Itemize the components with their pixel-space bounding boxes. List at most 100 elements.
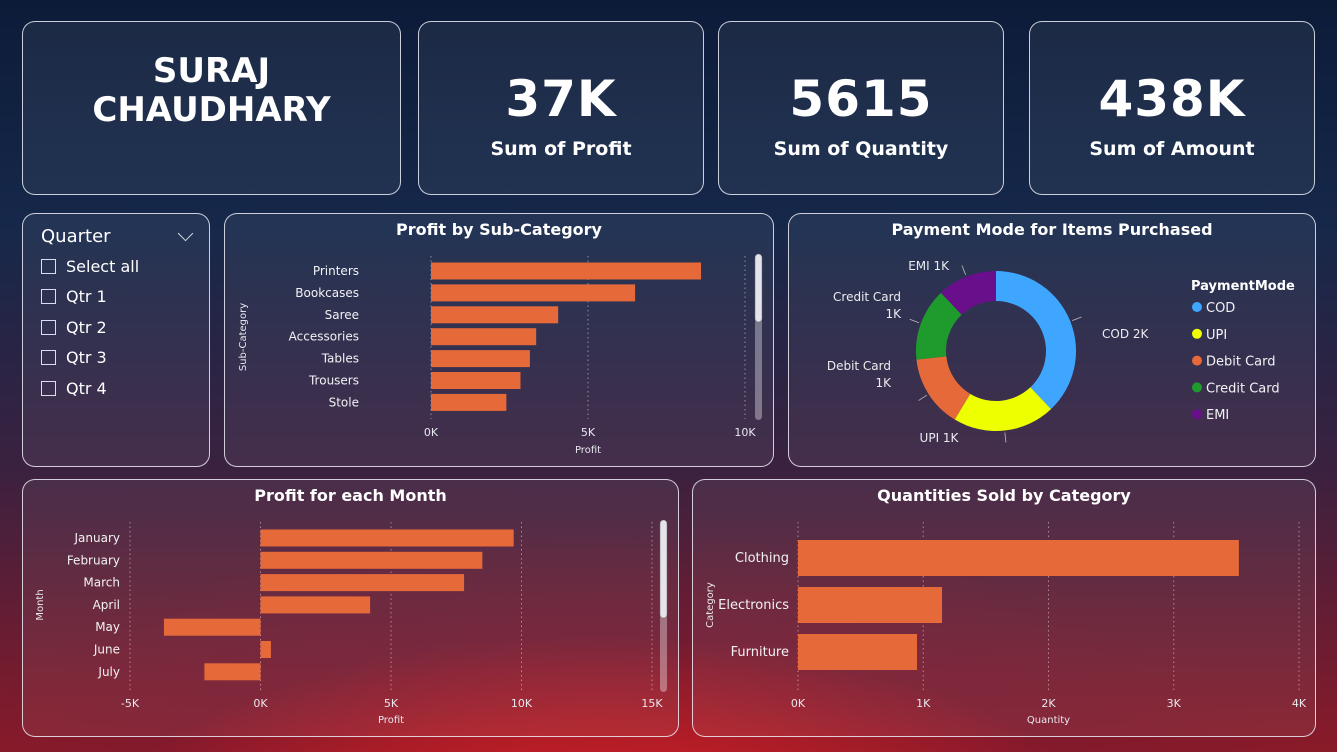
- data-label: COD 2K: [1102, 327, 1150, 341]
- x-tick-label: 0K: [424, 426, 439, 439]
- x-tick-label: 5K: [581, 426, 596, 439]
- bar: [431, 262, 702, 280]
- bar: [260, 529, 514, 547]
- y-axis-title: Sub-Category: [238, 303, 249, 371]
- x-axis-title: Profit: [575, 445, 601, 456]
- month-chart-card: Profit for each Month -5K 0K 5K 10K 15K Janua…: [22, 479, 679, 737]
- x-tick-label: 4K: [1292, 697, 1307, 710]
- checkbox[interactable]: [41, 288, 56, 304]
- x-tick-label: 10K: [734, 426, 756, 439]
- kpi-value: 438K: [1098, 70, 1246, 128]
- option-label: Qtr 3: [66, 347, 107, 367]
- y-category-label: Accessories: [289, 330, 359, 344]
- bar: [163, 618, 261, 636]
- kpi-label: Sum of Quantity: [773, 138, 949, 160]
- bar: [798, 540, 1239, 576]
- x-tick-label: -5K: [121, 697, 140, 710]
- checkbox[interactable]: [41, 349, 56, 365]
- legend-marker: [1192, 409, 1202, 420]
- y-category-label: Bookcases: [295, 286, 359, 300]
- y-category-label: Furniture: [731, 645, 789, 660]
- x-tick-label: 5K: [384, 697, 399, 710]
- bar: [204, 663, 261, 681]
- donut-slice: [996, 271, 1076, 410]
- report-owner-name: SURAJ CHAUDHARY: [23, 52, 400, 130]
- data-label: EMI 1K: [908, 259, 950, 273]
- leader-line: [1004, 432, 1007, 443]
- y-category-label: May: [95, 620, 120, 634]
- y-category-label: Saree: [325, 308, 359, 322]
- name-card: SURAJ CHAUDHARY: [22, 21, 401, 195]
- slicer-option-select-all[interactable]: Select all: [41, 255, 139, 277]
- legend-marker: [1192, 328, 1202, 339]
- leader-line: [918, 394, 928, 401]
- bar: [431, 284, 636, 302]
- option-label: Qtr 1: [66, 286, 107, 306]
- scrollbar-thumb: [659, 519, 668, 619]
- legend-item-label: UPI: [1206, 328, 1227, 343]
- slicer-option-qtr2[interactable]: Qtr 2: [41, 316, 107, 338]
- bar: [431, 306, 559, 324]
- category-chart-card: Quantities Sold by Category 0K 1K 2K 3K 4K Cl…: [692, 479, 1316, 737]
- bar: [431, 393, 507, 411]
- kpi-card-quantity[interactable]: 5615 Sum of Quantity: [718, 21, 1004, 195]
- x-tick-label: 10K: [511, 697, 533, 710]
- quarter-slicer: Quarter Select all Qtr 1 Qtr 2 Qtr 3 Qtr…: [22, 213, 210, 467]
- leader-line: [1072, 316, 1082, 322]
- option-label: Select all: [66, 256, 140, 276]
- bar: [260, 596, 371, 614]
- subcategory-bar-chart: 0K 5K 10K Printers Bookcases Saree Accessories…: [238, 253, 763, 456]
- y-category-label: March: [83, 576, 120, 590]
- bar: [431, 328, 537, 346]
- leader-line: [961, 265, 967, 275]
- chevron-down-icon[interactable]: [177, 225, 194, 242]
- option-label: Qtr 2: [66, 317, 107, 337]
- legend-item-label: EMI: [1206, 408, 1229, 423]
- kpi-value: 37K: [505, 70, 617, 128]
- y-category-label: January: [74, 531, 121, 545]
- bar: [798, 587, 943, 623]
- checkbox[interactable]: [41, 258, 56, 274]
- y-category-label: Printers: [313, 264, 359, 278]
- kpi-value: 5615: [789, 70, 933, 128]
- kpi-label: Sum of Amount: [1089, 138, 1255, 160]
- data-label: UPI 1K: [920, 431, 960, 445]
- month-bar-chart: -5K 0K 5K 10K 15K January February March April Ma…: [35, 519, 668, 726]
- data-label: Credit Card 1K: [833, 290, 902, 321]
- y-category-label: Stole: [329, 395, 359, 409]
- x-tick-label: 3K: [1167, 697, 1182, 710]
- option-label: Qtr 4: [66, 378, 107, 398]
- x-tick-label: 0K: [791, 697, 806, 710]
- y-category-label: Electronics: [718, 598, 789, 613]
- checkbox[interactable]: [41, 319, 56, 335]
- kpi-label: Sum of Profit: [490, 138, 632, 160]
- x-tick-label: 2K: [1041, 697, 1056, 710]
- kpi-card-profit[interactable]: 37K Sum of Profit: [418, 21, 704, 195]
- legend-marker: [1192, 302, 1202, 312]
- x-tick-label: 15K: [641, 697, 663, 710]
- name-line-2: CHAUDHARY: [92, 90, 331, 130]
- bar: [798, 634, 917, 670]
- payment-donut-chart: COD 2K UPI 1K Debit Card 1K Credit Card 1K EMI…: [827, 259, 1295, 445]
- slicer-option-qtr3[interactable]: Qtr 3: [41, 346, 107, 368]
- legend-item-label: Debit Card: [1206, 355, 1276, 370]
- slicer-option-qtr1[interactable]: Qtr 1: [41, 285, 107, 307]
- y-category-label: Tables: [321, 352, 359, 366]
- leader-line: [909, 318, 920, 324]
- bar: [431, 350, 530, 368]
- category-bar-chart: 0K 1K 2K 3K 4K Clothing Electronics Furniture Qu…: [705, 522, 1307, 726]
- bar: [260, 551, 483, 569]
- slicer-option-qtr4[interactable]: Qtr 4: [41, 377, 107, 399]
- bar: [431, 372, 521, 389]
- x-axis-title: Quantity: [1027, 715, 1070, 726]
- subcategory-chart-card: Profit by Sub-Category 0K 5K 10K Printers Bo…: [224, 213, 774, 467]
- legend-title: PaymentMode: [1191, 279, 1295, 294]
- y-category-label: Trousers: [308, 374, 359, 388]
- legend-item-label: Credit Card: [1206, 381, 1280, 396]
- y-category-label: July: [97, 665, 120, 679]
- y-axis-title: Category: [705, 582, 716, 628]
- checkbox[interactable]: [41, 380, 56, 396]
- bar: [260, 574, 465, 592]
- kpi-card-amount[interactable]: 438K Sum of Amount: [1029, 21, 1315, 195]
- name-line-1: SURAJ: [152, 51, 271, 91]
